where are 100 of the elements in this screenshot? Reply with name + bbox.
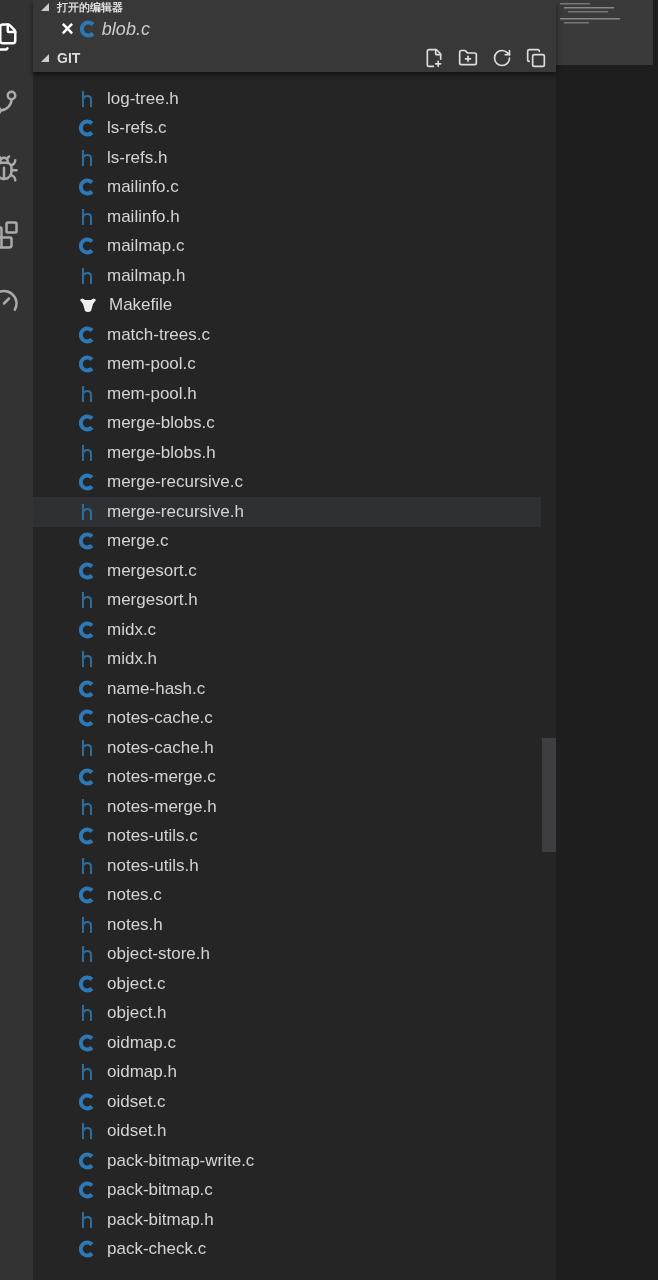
file-row[interactable]: ls-refs.c [33, 113, 541, 143]
file-row[interactable]: midx.c [33, 615, 541, 645]
h-file-icon [79, 1004, 95, 1023]
file-row[interactable]: ls-refs.h [33, 143, 541, 173]
file-row[interactable]: midx.h [33, 644, 541, 674]
file-row[interactable]: object.c [33, 969, 541, 999]
close-icon[interactable]: × [61, 18, 74, 40]
c-file-icon [79, 709, 95, 728]
file-name: pack-check.c [107, 1239, 207, 1260]
file-name: midx.h [107, 649, 158, 670]
file-row[interactable]: oidmap.h [33, 1057, 541, 1087]
h-file-icon [79, 266, 95, 285]
refresh-button[interactable] [492, 48, 512, 68]
c-file-icon [79, 1181, 95, 1200]
expand-triangle-icon[interactable] [41, 3, 49, 11]
c-file-icon [79, 561, 95, 580]
new-file-button[interactable] [424, 48, 444, 68]
file-row[interactable]: mem-pool.c [33, 349, 541, 379]
file-row[interactable]: notes-utils.h [33, 851, 541, 881]
file-name: object.h [107, 1003, 167, 1024]
file-row[interactable]: notes-cache.c [33, 703, 541, 733]
file-row[interactable]: notes-merge.c [33, 762, 541, 792]
c-file-icon [79, 414, 95, 433]
collapse-all-button[interactable] [526, 48, 546, 68]
file-name: mem-pool.h [107, 383, 197, 404]
c-file-icon [79, 620, 95, 639]
file-row[interactable]: merge-recursive.c [33, 467, 541, 497]
c-file-icon [79, 679, 95, 698]
file-row[interactable]: merge-blobs.c [33, 408, 541, 438]
file-row[interactable]: name-hash.c [33, 674, 541, 704]
file-row[interactable]: notes.h [33, 910, 541, 940]
file-name: Makefile [109, 295, 173, 316]
file-row[interactable]: notes-cache.h [33, 733, 541, 763]
file-row[interactable]: notes-utils.c [33, 821, 541, 851]
file-row[interactable]: mailmap.c [33, 231, 541, 261]
file-row[interactable]: mergesort.h [33, 585, 541, 615]
file-row[interactable]: pack-bitmap.h [33, 1205, 541, 1235]
file-row[interactable]: mailmap.h [33, 261, 541, 291]
h-file-icon [79, 443, 95, 462]
file-row[interactable]: match-trees.c [33, 320, 541, 350]
expand-triangle-icon[interactable] [41, 54, 49, 62]
file-name: mailinfo.h [107, 206, 180, 227]
file-name: notes-cache.c [107, 708, 213, 729]
file-row[interactable]: mergesort.c [33, 556, 541, 586]
file-name: oidset.h [107, 1121, 167, 1142]
file-row[interactable]: mem-pool.h [33, 379, 541, 409]
new-folder-button[interactable] [458, 48, 478, 68]
file-name: notes.c [107, 885, 162, 906]
h-file-icon [79, 207, 95, 226]
h-file-icon [79, 89, 95, 108]
file-name: pack-bitmap.c [107, 1180, 213, 1201]
file-name: pack-bitmap-write.c [107, 1150, 255, 1171]
c-file-icon [79, 974, 95, 993]
h-file-icon [79, 591, 95, 610]
file-row[interactable]: pack-check.c [33, 1234, 541, 1264]
h-file-icon [79, 1063, 95, 1082]
file-row[interactable]: oidset.c [33, 1087, 541, 1117]
file-row[interactable]: merge.c [33, 526, 541, 556]
file-name: merge.c [107, 531, 169, 552]
file-row[interactable]: merge-blobs.h [33, 438, 541, 468]
file-row[interactable]: pack-bitmap.c [33, 1175, 541, 1205]
h-file-icon [79, 1210, 95, 1229]
editor-file-name[interactable]: blob.c [101, 18, 150, 40]
section-title[interactable]: GIT [57, 50, 81, 66]
h-file-icon [79, 650, 95, 669]
c-file-icon [79, 473, 95, 492]
file-row[interactable]: notes-merge.h [33, 792, 541, 822]
h-file-icon [79, 148, 95, 167]
file-row[interactable]: pack-bitmap-write.c [33, 1146, 541, 1176]
h-file-icon [79, 502, 95, 521]
c-file-icon [79, 1092, 95, 1111]
file-row[interactable]: mailinfo.c [33, 172, 541, 202]
file-row[interactable]: notes.c [33, 880, 541, 910]
c-file-icon [79, 20, 96, 38]
file-name: object-store.h [107, 944, 210, 965]
file-name: mailmap.c [107, 236, 185, 257]
file-row[interactable]: Makefile [33, 290, 541, 320]
file-name: merge-recursive.c [107, 472, 244, 493]
c-file-icon [79, 532, 95, 551]
file-name: pack-bitmap.h [107, 1209, 214, 1230]
c-file-icon [79, 768, 95, 787]
file-row[interactable]: object-store.h [33, 939, 541, 969]
file-name: mailmap.h [107, 265, 186, 286]
file-row[interactable]: mailinfo.h [33, 202, 541, 232]
file-name: notes-merge.h [107, 796, 217, 817]
file-row[interactable]: merge-recursive.h [33, 497, 541, 527]
file-row[interactable]: oidmap.c [33, 1028, 541, 1058]
file-name: mergesort.c [107, 560, 197, 581]
file-row[interactable]: object.h [33, 998, 541, 1028]
file-name: merge-blobs.c [107, 413, 215, 434]
h-file-icon [79, 945, 95, 964]
h-file-icon [79, 915, 95, 934]
file-name: object.c [107, 973, 166, 994]
file-row[interactable]: oidset.h [33, 1116, 541, 1146]
file-name: oidmap.h [107, 1062, 177, 1083]
file-name: ls-refs.h [107, 147, 168, 168]
file-name: merge-recursive.h [107, 501, 244, 522]
section-title[interactable]: 打开的编辑器 [57, 0, 123, 15]
file-row[interactable]: log-tree.h [33, 84, 541, 114]
scrollbar-thumb[interactable] [542, 738, 556, 852]
